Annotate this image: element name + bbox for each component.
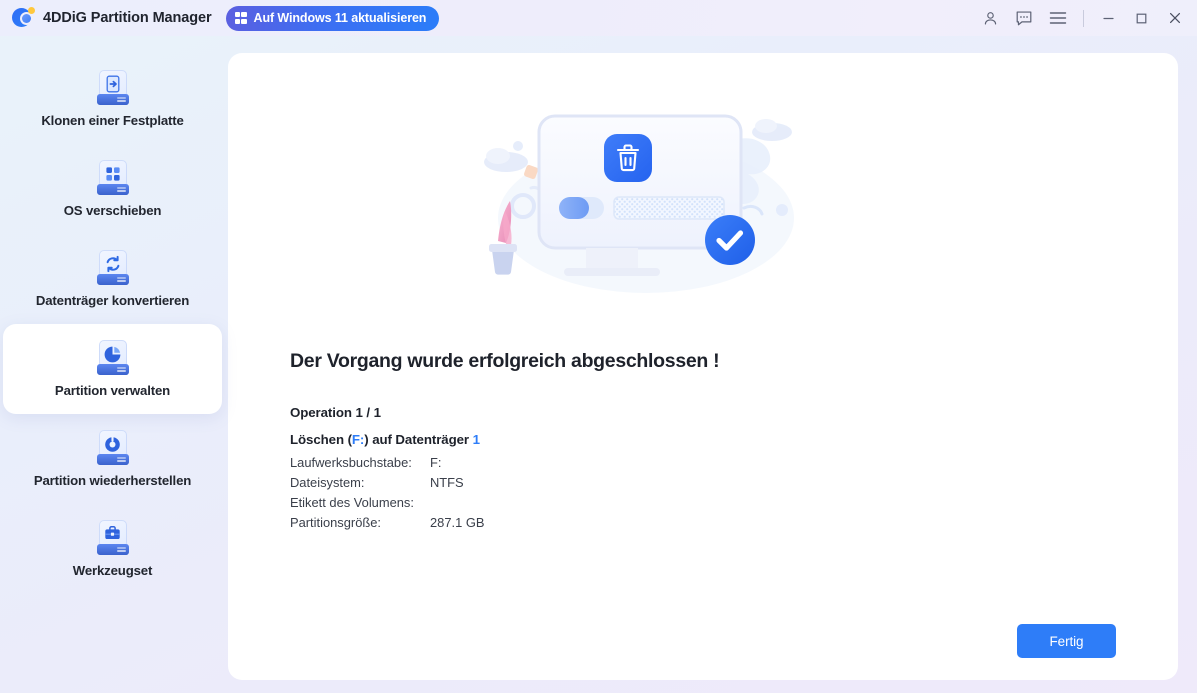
detail-value: 287.1 GB [430,513,490,533]
windows-logo-icon [235,12,247,24]
detail-value [430,493,490,513]
sidebar-item-recover-partition[interactable]: Partition wiederherstellen [3,414,222,504]
detail-value: F: [430,453,490,473]
operation-prefix: Löschen ( [290,432,352,447]
operation-drive-letter: F: [352,432,364,447]
detail-key: Laufwerksbuchstabe: [290,453,430,473]
operation-title: Löschen (F:) auf Datenträger 1 [290,432,480,447]
close-icon[interactable] [1158,0,1191,36]
app-title: 4DDiG Partition Manager [43,10,212,26]
sidebar-item-convert-disk[interactable]: Datenträger konvertieren [3,234,222,324]
finish-button[interactable]: Fertig [1017,624,1116,658]
sidebar-item-label: Werkzeugset [73,563,152,578]
maximize-icon[interactable] [1125,0,1158,36]
operation-middle: ) auf Datenträger [364,432,472,447]
table-row: Dateisystem: NTFS [290,473,490,493]
content-card: Der Vorgang wurde erfolgreich abgeschlos… [228,53,1178,680]
chat-bubble-icon[interactable] [1007,0,1041,36]
operation-disk-number: 1 [473,432,480,447]
manage-partition-icon [97,340,129,376]
detail-value: NTFS [430,473,490,493]
4ddig-logo-icon [12,7,34,29]
sidebar-item-migrate-os[interactable]: OS verschieben [3,144,222,234]
page-title: Der Vorgang wurde erfolgreich abgeschlos… [290,350,719,373]
sidebar-item-clone-disk[interactable]: Klonen einer Festplatte [3,54,222,144]
sidebar-item-manage-partition[interactable]: Partition verwalten [3,324,222,414]
operation-details-table: Laufwerksbuchstabe: F: Dateisystem: NTFS… [290,453,490,533]
detail-key: Partitionsgröße: [290,513,430,533]
sidebar-item-label: Datenträger konvertieren [36,293,189,308]
minimize-icon[interactable] [1092,0,1125,36]
titlebar-actions [973,0,1197,36]
table-row: Laufwerksbuchstabe: F: [290,453,490,473]
sidebar-item-label: OS verschieben [64,203,162,218]
sidebar-item-label: Partition verwalten [55,383,170,398]
sidebar-item-label: Partition wiederherstellen [34,473,191,488]
hamburger-menu-icon[interactable] [1041,0,1075,36]
user-account-icon[interactable] [973,0,1007,36]
toolkit-icon [97,520,129,556]
titlebar: 4DDiG Partition Manager Auf Windows 11 a… [0,0,1197,36]
recover-partition-icon [97,430,129,466]
upgrade-to-windows11-button[interactable]: Auf Windows 11 aktualisieren [226,6,440,31]
sidebar-item-label: Klonen einer Festplatte [41,113,183,128]
convert-disk-icon [97,250,129,286]
operation-count: Operation 1 / 1 [290,405,381,420]
clone-disk-icon [97,70,129,106]
table-row: Etikett des Volumens: [290,493,490,513]
detail-key: Etikett des Volumens: [290,493,430,513]
table-row: Partitionsgröße: 287.1 GB [290,513,490,533]
delete-partition-success-illustration [476,98,816,308]
migrate-os-icon [97,160,129,196]
sidebar: Klonen einer Festplatte OS verschieben [0,36,228,693]
sidebar-item-toolkit[interactable]: Werkzeugset [3,504,222,594]
titlebar-divider [1083,10,1084,27]
upgrade-button-label: Auf Windows 11 aktualisieren [254,11,427,25]
detail-key: Dateisystem: [290,473,430,493]
